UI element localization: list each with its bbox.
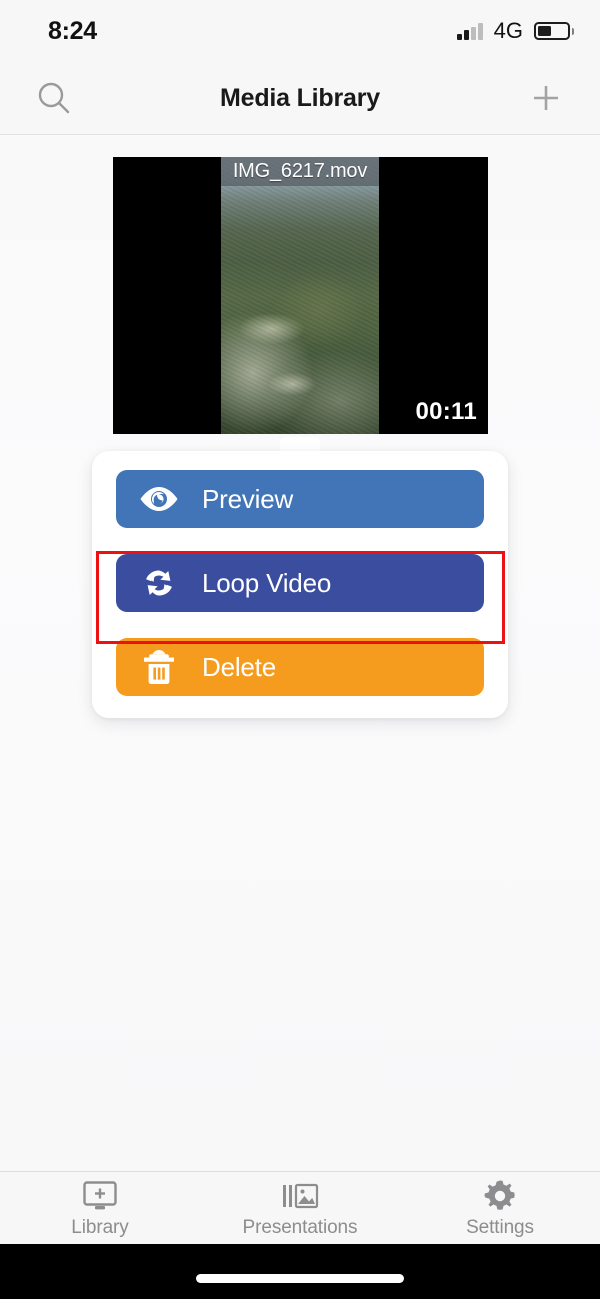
tab-library[interactable]: Library xyxy=(0,1172,200,1244)
plus-icon xyxy=(534,86,558,110)
add-media-button[interactable] xyxy=(522,74,570,122)
eye-icon xyxy=(116,484,202,514)
preview-label: Preview xyxy=(202,483,294,514)
popover-caret xyxy=(277,433,323,453)
tab-presentations-label: Presentations xyxy=(242,1216,358,1238)
signal-bars-icon xyxy=(457,23,483,40)
delete-button[interactable]: Delete xyxy=(116,638,484,696)
video-frame-image xyxy=(221,157,379,434)
status-indicators: 4G xyxy=(457,18,574,44)
search-icon xyxy=(38,82,70,114)
home-indicator-area xyxy=(0,1244,600,1299)
media-duration: 00:11 xyxy=(415,398,477,425)
tab-presentations[interactable]: Presentations xyxy=(200,1172,400,1244)
main-content: IMG_6217.mov 00:11 Preview Loop Video De… xyxy=(0,135,600,1171)
delete-label: Delete xyxy=(202,651,276,682)
search-button[interactable] xyxy=(30,74,78,122)
media-thumbnail[interactable]: IMG_6217.mov 00:11 xyxy=(113,157,488,434)
tab-bar: Library Presentations Settings xyxy=(0,1171,600,1244)
status-bar: 8:24 4G xyxy=(0,0,600,62)
action-popover: Preview Loop Video Delete xyxy=(92,451,508,718)
gear-icon xyxy=(482,1178,518,1214)
page-title: Media Library xyxy=(220,83,380,112)
home-indicator[interactable] xyxy=(196,1274,404,1283)
trash-icon xyxy=(116,647,202,687)
media-filename: IMG_6217.mov xyxy=(232,160,368,182)
navigation-bar: Media Library xyxy=(0,62,600,135)
status-time: 8:24 xyxy=(48,16,97,45)
tab-settings-label: Settings xyxy=(466,1216,534,1238)
loop-video-label: Loop Video xyxy=(202,567,332,598)
tab-settings[interactable]: Settings xyxy=(400,1172,600,1244)
preview-button[interactable]: Preview xyxy=(116,470,484,528)
filename-overlay: IMG_6217.mov xyxy=(221,157,379,186)
battery-icon xyxy=(534,22,574,40)
monitor-plus-icon xyxy=(80,1178,120,1214)
loop-icon xyxy=(116,564,202,602)
network-type-label: 4G xyxy=(493,18,523,43)
tab-library-label: Library xyxy=(71,1216,129,1238)
slides-image-icon xyxy=(278,1178,322,1214)
loop-video-button[interactable]: Loop Video xyxy=(116,554,484,612)
phone-screen: 8:24 4G Media Library IMG_6217.mov 00:11… xyxy=(0,0,600,1299)
